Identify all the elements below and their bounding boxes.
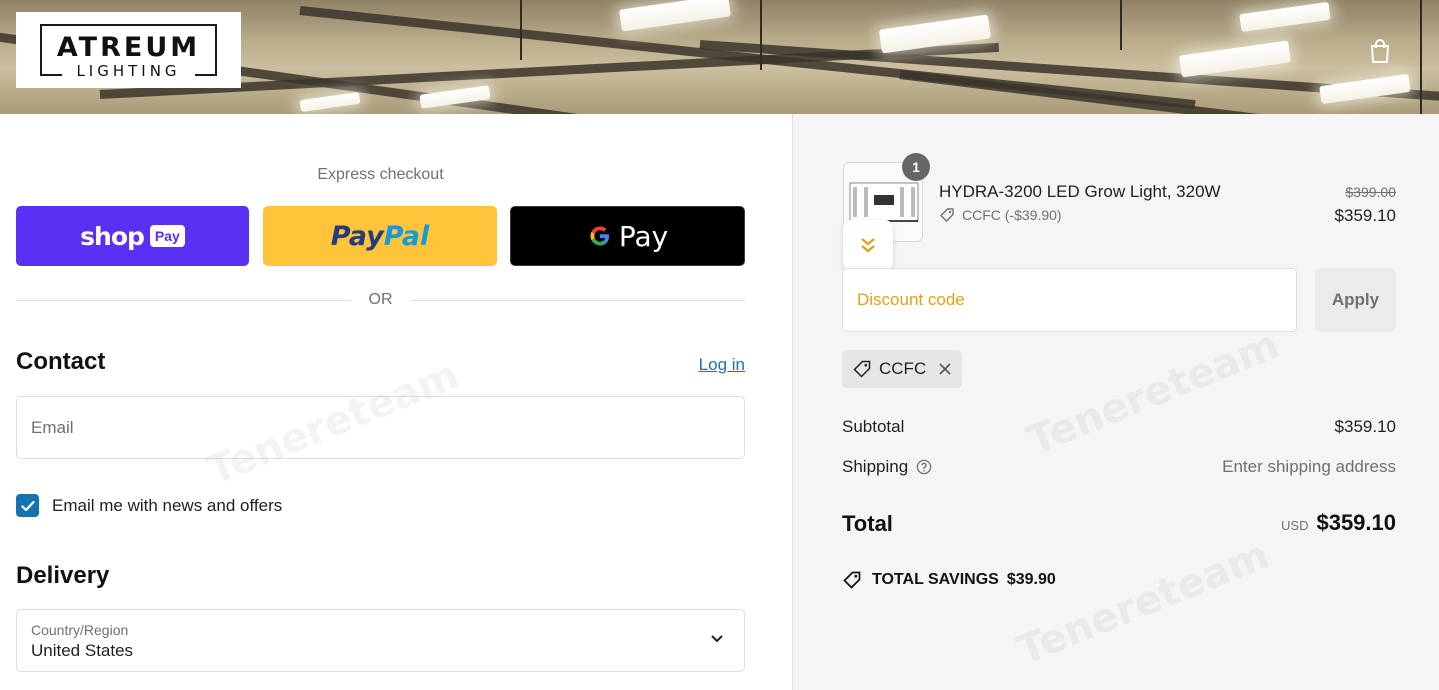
or-text: OR [368, 291, 393, 308]
product-price: $359.10 [1334, 206, 1396, 225]
header-banner: ATREUM LIGHTING [0, 0, 1439, 114]
shipping-label: Shipping [842, 457, 909, 476]
scroll-down-button[interactable] [843, 220, 893, 270]
login-link[interactable]: Log in [699, 355, 745, 375]
double-chevron-down-icon [861, 238, 875, 253]
google-g-icon [590, 226, 609, 246]
newsletter-checkbox[interactable] [16, 494, 39, 517]
applied-discount-code: CCFC [879, 359, 927, 378]
contact-heading: Contact [16, 348, 106, 375]
email-placeholder: Email [31, 417, 74, 437]
country-select[interactable]: Country/Region United States [16, 609, 745, 672]
applied-discount-chip: CCFC [842, 350, 963, 388]
savings-value: $39.90 [1006, 571, 1056, 588]
tag-icon [853, 360, 871, 378]
paypal-pay-word: Pay [330, 220, 384, 252]
product-discount: CCFC (-$39.90) [939, 207, 1062, 223]
delivery-heading: Delivery [16, 562, 110, 589]
discount-code-input[interactable]: Discount code [842, 268, 1297, 332]
shipping-value: Enter shipping address [1222, 457, 1396, 476]
chevron-down-icon [711, 635, 723, 643]
total-amount: $359.10 [1316, 510, 1396, 535]
shop-pay-button[interactable]: shop Pay [16, 206, 249, 266]
currency-code: USD [1281, 518, 1309, 533]
subtotal-value: $359.10 [1334, 417, 1396, 436]
logo-sub-text: LIGHTING [62, 62, 195, 84]
paypal-button[interactable]: Pay Pal [263, 206, 497, 266]
apply-button[interactable]: Apply [1315, 268, 1396, 332]
total-value: USD $359.10 [1281, 510, 1396, 536]
checkout-form: Express checkout shop Pay Pay Pal Pay OR … [0, 114, 792, 690]
divider-line [16, 299, 351, 301]
shipping-row-label: Shipping [842, 457, 932, 477]
shop-pay-badge: Pay [149, 225, 185, 247]
subtotal-label: Subtotal [842, 417, 905, 436]
shopping-bag-icon[interactable] [1368, 38, 1392, 64]
tag-icon [843, 571, 861, 589]
total-label: Total [842, 511, 893, 536]
quantity-badge: 1 [902, 153, 930, 181]
product-discount-text: CCFC (-$39.90) [962, 207, 1062, 223]
order-summary: 1 HYDRA-3200 LED Grow Light, 320W CCFC (… [792, 114, 1439, 690]
atreum-logo[interactable]: ATREUM LIGHTING [16, 12, 241, 88]
checkmark-icon [20, 500, 35, 511]
newsletter-label: Email me with news and offers [52, 495, 283, 515]
shop-pay-word: shop [80, 221, 145, 251]
email-field[interactable]: Email [16, 396, 745, 459]
product-original-price: $399.00 [1345, 184, 1396, 200]
divider-line [410, 299, 745, 301]
country-value: United States [31, 641, 134, 660]
close-icon[interactable] [938, 362, 952, 376]
logo-frame: ATREUM LIGHTING [40, 24, 217, 84]
help-icon[interactable] [916, 459, 932, 475]
or-divider: OR [16, 290, 745, 310]
logo-main-text: ATREUM [56, 32, 201, 63]
newsletter-option[interactable]: Email me with news and offers [16, 494, 282, 517]
total-savings: TOTAL SAVINGS $39.90 [842, 570, 1056, 590]
discount-placeholder: Discount code [857, 290, 965, 309]
google-pay-button[interactable]: Pay [510, 206, 745, 266]
savings-label: TOTAL SAVINGS [872, 571, 999, 588]
country-label: Country/Region [31, 622, 129, 638]
express-checkout-title: Express checkout [317, 166, 444, 183]
google-pay-word: Pay [618, 219, 669, 253]
tag-icon [940, 208, 954, 222]
product-name: HYDRA-3200 LED Grow Light, 320W [939, 182, 1221, 201]
paypal-pal-word: Pal [383, 220, 430, 252]
